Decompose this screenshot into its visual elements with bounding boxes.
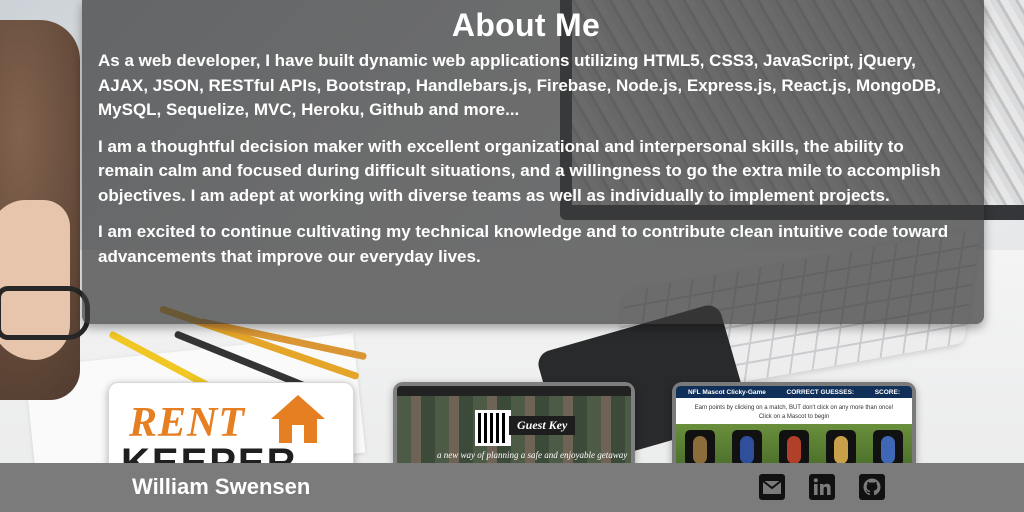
rent-keeper-logo-top: RENT [129,400,246,446]
about-panel: About Me As a web developer, I have buil… [82,0,984,324]
nfl-instructions: Earn points by clicking on a match, BUT … [694,405,894,420]
project-card-guest-key[interactable]: Guest Key a new way of planning a safe a… [393,382,635,472]
nfl-game-header: NFL Mascot Clicky-Game CORRECT GUESSES: … [676,386,912,398]
mascot-tile [778,430,809,466]
about-paragraph-goals: I am excited to continue cultivating my … [98,222,949,266]
about-title: About Me [451,7,601,43]
mascot-tile [731,430,762,466]
about-paragraph-qualities: I am a thoughtful decision maker with ex… [98,136,941,205]
mascot-tile [826,430,857,466]
nfl-correct-label: CORRECT GUESSES: [786,388,855,396]
nfl-game-title: NFL Mascot Clicky-Game [688,388,766,396]
github-icon[interactable] [858,473,886,501]
footer-name: William Swensen [132,474,311,499]
nfl-score-label: SCORE: [874,388,900,396]
qr-code-icon [475,410,511,446]
project-card-nfl-clicky-game[interactable]: NFL Mascot Clicky-Game CORRECT GUESSES: … [672,382,916,472]
about-paragraph-skills: As a web developer, I have built dynamic… [98,51,941,119]
mascot-tile [684,430,715,466]
guest-key-screenshot: Guest Key a new way of planning a safe a… [397,386,631,468]
page: About Me As a web developer, I have buil… [0,0,1024,512]
nfl-mascot-grid [676,424,912,468]
envelope-icon[interactable] [758,473,786,501]
house-icon [271,395,325,443]
guest-key-title: Guest Key [509,416,576,435]
nfl-game-screenshot: NFL Mascot Clicky-Game CORRECT GUESSES: … [676,386,912,468]
mascot-tile [873,430,904,466]
footer: William Swensen [0,463,1024,512]
project-card-rent-keeper[interactable]: RENT KEEPER [108,382,354,474]
linkedin-icon[interactable] [808,473,836,501]
guest-key-subtitle: a new way of planning a safe and enjoyab… [437,450,628,460]
